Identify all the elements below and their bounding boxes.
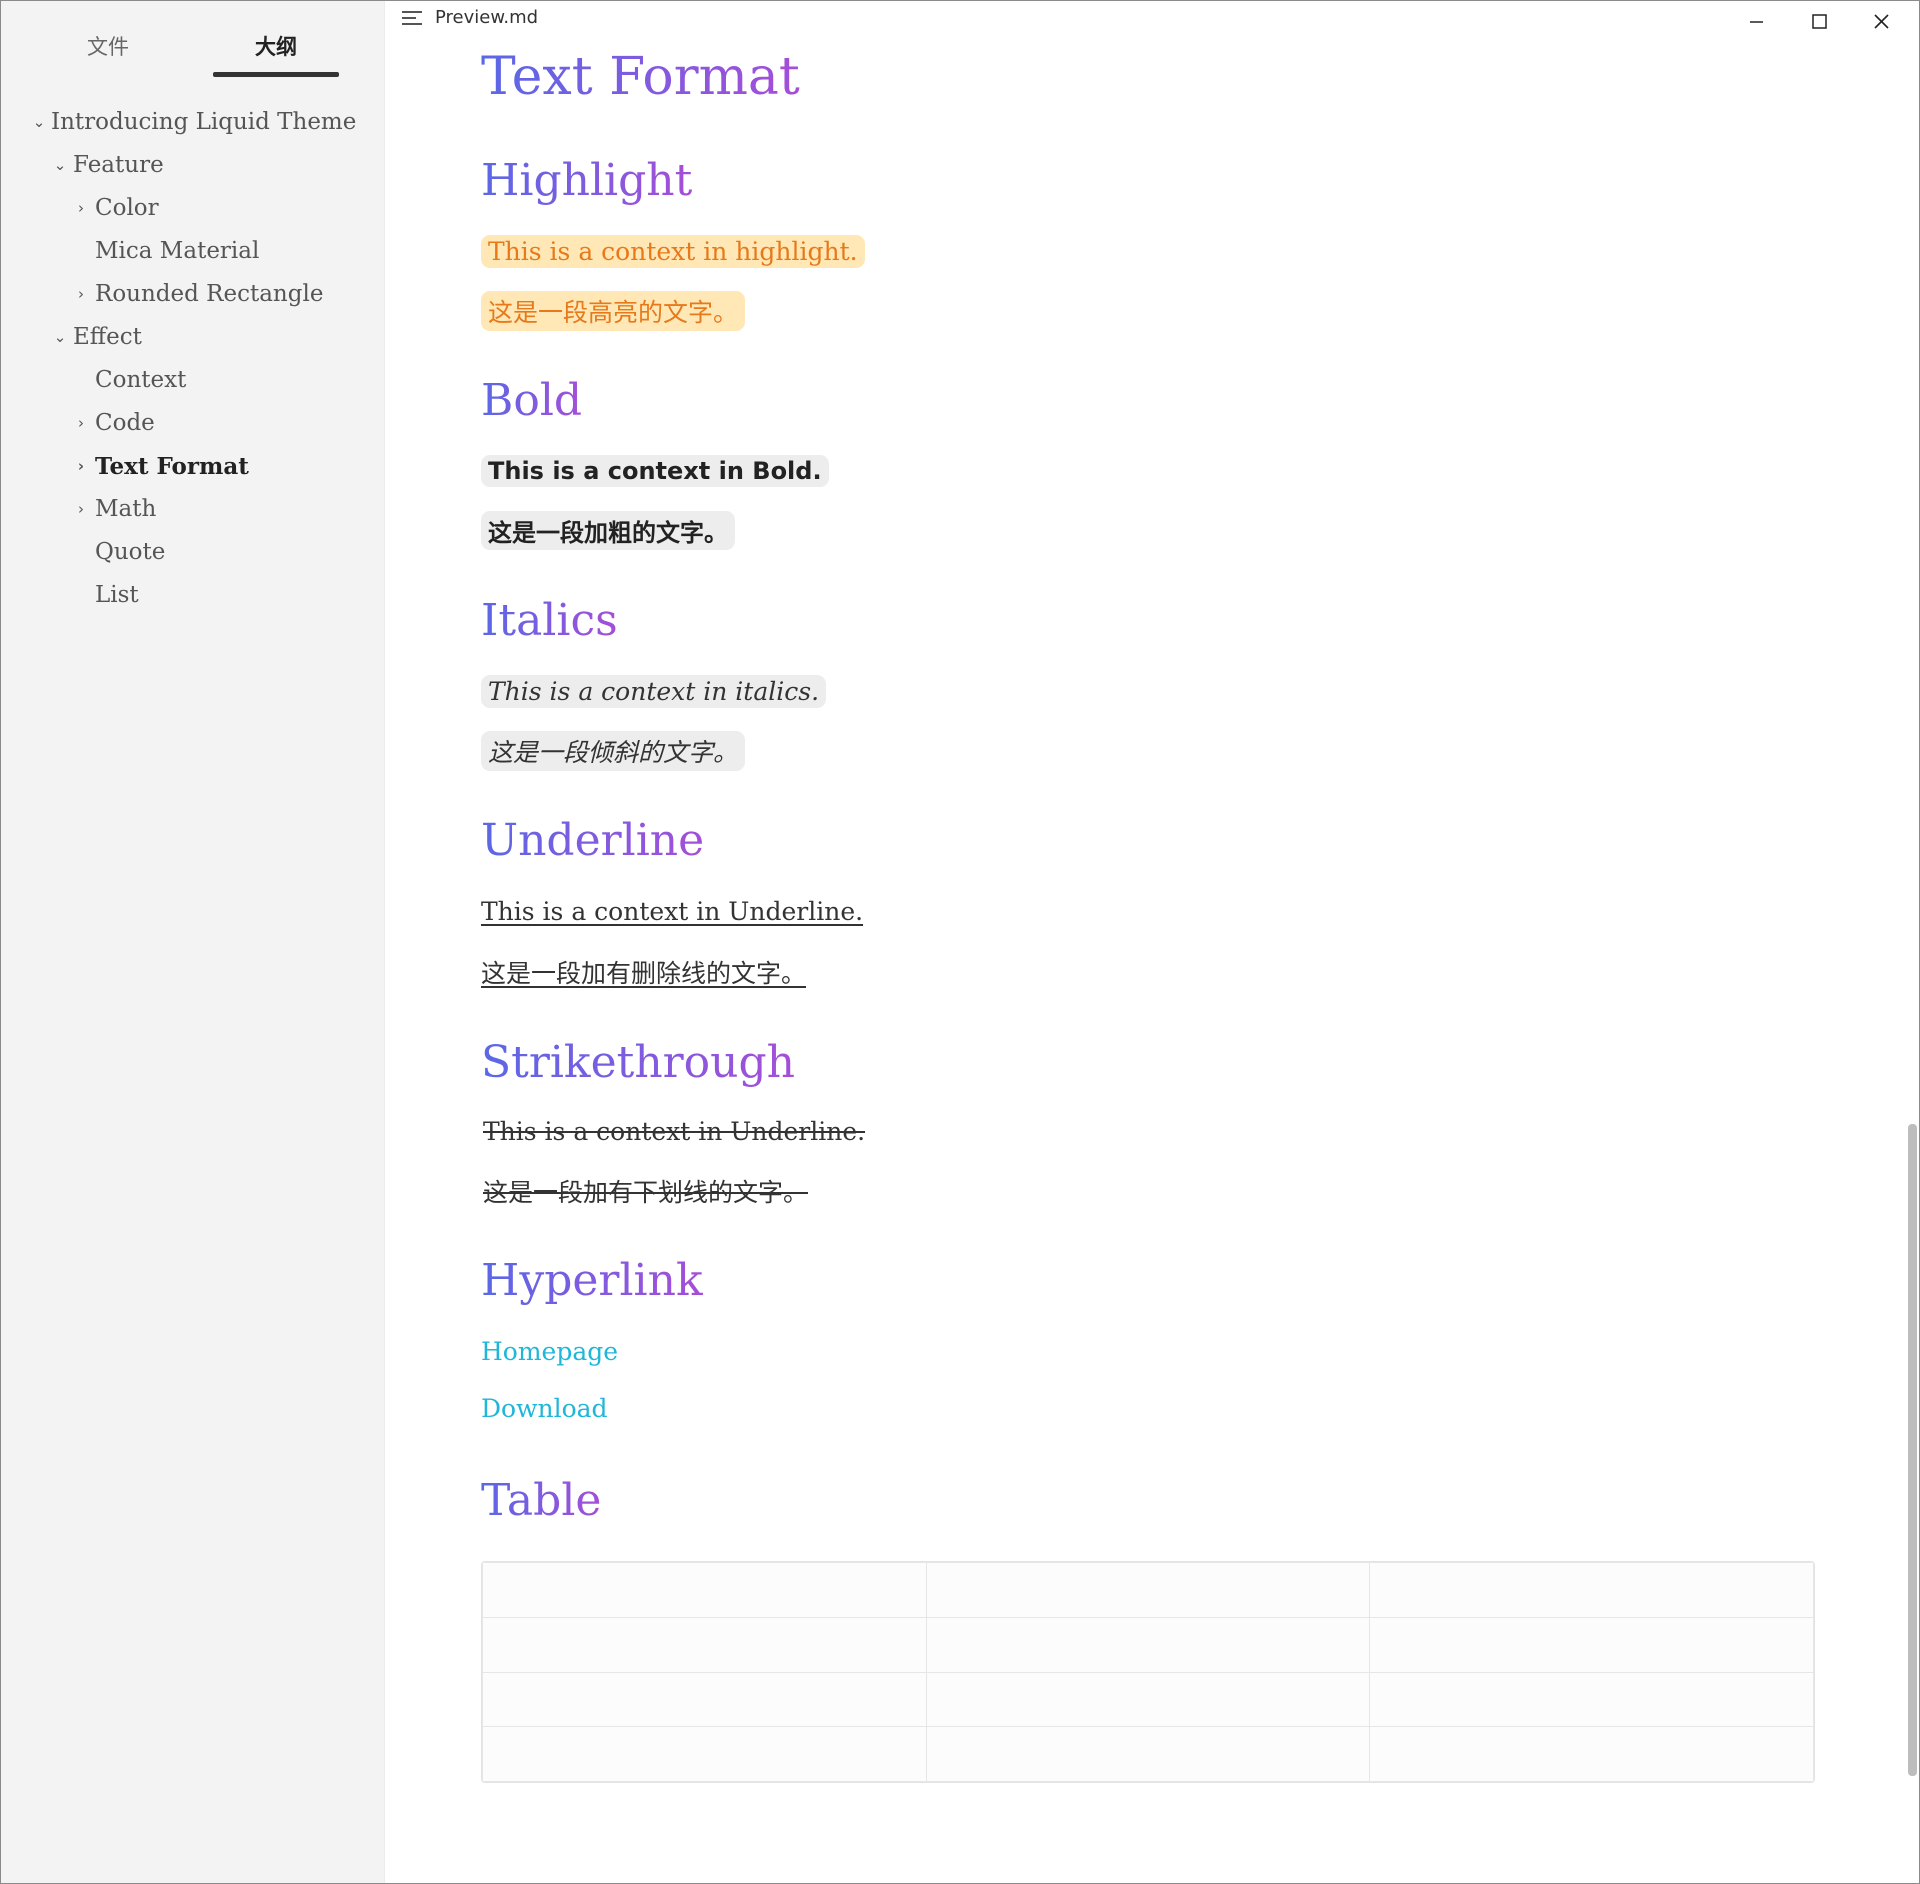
sidebar-tabs: 文件 大纲: [1, 1, 384, 81]
outline-item-feature[interactable]: ⌄ Feature: [1, 144, 384, 187]
outline-item-introducing-liquid-theme[interactable]: ⌄ Introducing Liquid Theme: [1, 101, 384, 144]
chevron-right-icon[interactable]: ›: [73, 488, 89, 531]
outline-item-effect[interactable]: ⌄ Effect: [1, 316, 384, 359]
chevron-right-icon[interactable]: ›: [73, 273, 89, 316]
table-cell[interactable]: [1369, 1562, 1814, 1618]
table-grid: [482, 1562, 1814, 1782]
table-cell[interactable]: [925, 1726, 1371, 1782]
outline-item-label: Introducing Liquid Theme: [51, 109, 357, 135]
chevron-right-icon[interactable]: ›: [73, 187, 89, 230]
outline-item-code[interactable]: › Code: [1, 402, 384, 445]
chevron-down-icon[interactable]: ⌄: [31, 101, 47, 144]
outline-item-list[interactable]: List: [1, 574, 384, 617]
close-button[interactable]: [1853, 3, 1909, 37]
paragraph-strike-zh: 这是一段加有下划线的文字。: [481, 1173, 808, 1209]
outline-item-label: Context: [95, 367, 187, 393]
paragraph-underline-en: This is a context in Underline.: [481, 897, 863, 926]
outline-item-label: Code: [95, 410, 155, 436]
table-cell[interactable]: [1369, 1671, 1814, 1728]
link-homepage[interactable]: Homepage: [481, 1337, 618, 1366]
strike-text-en: This is a context in Underline.: [483, 1117, 866, 1146]
maximize-icon: [1812, 14, 1827, 29]
highlight-text-en: This is a context in highlight.: [481, 235, 865, 268]
outline-menu-icon[interactable]: [402, 11, 424, 27]
table-cell[interactable]: [1369, 1726, 1814, 1782]
table-cell[interactable]: [925, 1562, 1371, 1618]
chevron-down-icon[interactable]: ⌄: [52, 316, 68, 359]
table-cell[interactable]: [925, 1671, 1371, 1728]
outline-item-label: List: [95, 582, 139, 608]
italic-text-en: This is a context in italics.: [481, 675, 827, 708]
outline-item-mica-material[interactable]: Mica Material: [1, 230, 384, 273]
outline-item-label: Quote: [95, 539, 166, 565]
outline-item-label: Text Format: [95, 453, 249, 480]
table-row: [482, 1616, 1814, 1673]
minimize-icon: [1750, 21, 1763, 23]
table-row: [482, 1562, 1814, 1618]
heading-italics: Italics: [481, 595, 618, 646]
bold-text-en: This is a context in Bold.: [481, 455, 829, 487]
sidebar: 文件 大纲 ⌄ Introducing Liquid Theme ⌄ Feature ›…: [1, 1, 385, 1883]
minimize-button[interactable]: [1728, 3, 1784, 37]
heading-strikethrough: Strikethrough: [481, 1037, 796, 1088]
outline-item-label: Effect: [73, 324, 142, 350]
document-title: Text Format: [481, 47, 800, 107]
highlight-text-zh: 这是一段高亮的文字。: [481, 291, 746, 331]
tab-outline[interactable]: 大纲: [213, 31, 339, 77]
table-cell[interactable]: [482, 1616, 927, 1673]
outline-item-color[interactable]: › Color: [1, 187, 384, 230]
outline-item-rounded-rectangle[interactable]: › Rounded Rectangle: [1, 273, 384, 316]
outline-item-math[interactable]: › Math: [1, 488, 384, 531]
link-download[interactable]: Download: [481, 1394, 608, 1423]
chevron-right-icon[interactable]: ›: [73, 445, 89, 488]
paragraph-highlight-zh: 这是一段高亮的文字。: [481, 291, 746, 331]
heading-hyperlink: Hyperlink: [481, 1255, 703, 1306]
chevron-down-icon[interactable]: ⌄: [52, 144, 68, 187]
heading-underline: Underline: [481, 815, 705, 866]
paragraph-bold-en: This is a context in Bold.: [481, 455, 829, 487]
outline-item-quote[interactable]: Quote: [1, 531, 384, 574]
tab-files[interactable]: 文件: [45, 31, 171, 77]
heading-highlight: Highlight: [481, 155, 693, 206]
heading-bold: Bold: [481, 375, 583, 426]
table-row: [482, 1726, 1814, 1782]
close-icon: [1874, 14, 1889, 29]
strike-text-zh: 这是一段加有下划线的文字。: [483, 1178, 809, 1207]
bold-text-zh: 这是一段加粗的文字。: [481, 511, 735, 550]
paragraph-italics-zh: 这是一段倾斜的文字。: [481, 731, 746, 771]
paragraph-italics-en: This is a context in italics.: [481, 675, 827, 708]
document-content: Text Format Highlight This is a context …: [385, 37, 1905, 1883]
paragraph-highlight-en: This is a context in highlight.: [481, 235, 865, 268]
outline-item-label: Rounded Rectangle: [95, 281, 324, 307]
paragraph-strike-en: This is a context in Underline.: [481, 1117, 865, 1146]
underline-text-en: This is a context in Underline.: [481, 897, 864, 926]
outline-tree: ⌄ Introducing Liquid Theme ⌄ Feature › Color M…: [1, 101, 384, 617]
outline-item-context[interactable]: Context: [1, 359, 384, 402]
table-row: [482, 1671, 1814, 1728]
maximize-button[interactable]: [1791, 3, 1847, 37]
table-cell[interactable]: [482, 1671, 927, 1728]
italic-text-zh: 这是一段倾斜的文字。: [481, 731, 746, 771]
paragraph-underline-zh: 这是一段加有删除线的文字。: [481, 954, 806, 990]
file-title: Preview.md: [435, 7, 539, 28]
paragraph-bold-zh: 这是一段加粗的文字。: [481, 511, 735, 550]
empty-table: [481, 1561, 1815, 1783]
underline-text-zh: 这是一段加有删除线的文字。: [481, 959, 807, 988]
heading-table: Table: [481, 1475, 602, 1526]
outline-item-label: Mica Material: [95, 238, 260, 264]
chevron-right-icon[interactable]: ›: [73, 402, 89, 445]
outline-item-label: Color: [95, 195, 159, 221]
table-cell[interactable]: [925, 1616, 1371, 1673]
outline-item-text-format[interactable]: › Text Format: [1, 445, 384, 488]
table-cell[interactable]: [482, 1562, 927, 1618]
table-cell[interactable]: [1369, 1616, 1814, 1673]
outline-item-label: Feature: [73, 152, 164, 178]
table-cell[interactable]: [482, 1726, 927, 1782]
outline-item-label: Math: [95, 496, 157, 522]
scrollbar-thumb[interactable]: [1908, 1124, 1917, 1776]
title-bar: Preview.md: [385, 1, 1919, 37]
